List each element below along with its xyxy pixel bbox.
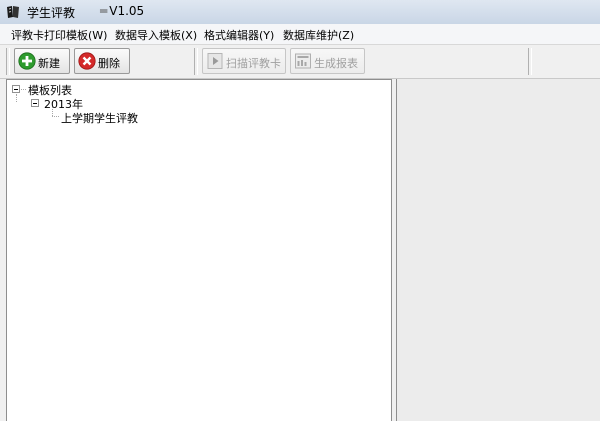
scan-card-button[interactable]: 扫描评教卡 [202,48,286,74]
tree-connector [16,94,17,102]
version-text: V1.05 [109,4,145,18]
generate-report-button-label: 生成报表 [314,57,358,70]
window-version: ═ V1.05 [100,4,144,18]
toolbar: 新建 删除 扫描评教卡 生成报表 [0,45,600,79]
delete-button[interactable]: 删除 [74,48,130,74]
new-button[interactable]: 新建 [14,48,70,74]
delete-button-label: 删除 [98,57,120,70]
toolbar-grip[interactable] [6,48,10,75]
x-circle-icon [78,52,96,70]
tree-connector [21,89,26,90]
book-app-icon [7,6,19,18]
tree-collapse-toggle-root[interactable] [12,85,20,93]
preview-panel [396,79,600,421]
menu-database-maintenance[interactable]: 数据库维护(Z) [283,27,354,43]
report-icon [295,53,311,69]
new-button-label: 新建 [38,57,60,70]
menu-bar: 评教卡打印模板(W) 数据导入模板(X) 格式编辑器(Y) 数据库维护(Z) [0,24,600,45]
toolbar-separator [194,48,198,75]
tree-collapse-toggle-2013[interactable] [31,99,39,107]
generate-report-button[interactable]: 生成报表 [290,48,365,74]
title-bar: 学生评教 ═ V1.05 [0,0,600,24]
tree-node-semester-evaluation[interactable]: 上学期学生评教 [61,110,138,126]
title-separator: ═ [100,4,108,18]
scan-card-button-label: 扫描评教卡 [226,57,281,70]
window-title: 学生评教 [27,6,76,20]
template-tree[interactable]: 模板列表 2013年 上学期学生评教 [6,79,392,421]
menu-import-template[interactable]: 数据导入模板(X) [115,27,197,43]
menu-format-editor[interactable]: 格式编辑器(Y) [204,27,274,43]
plus-circle-icon [18,52,36,70]
menu-print-template[interactable]: 评教卡打印模板(W) [11,27,107,43]
play-icon [207,53,223,69]
toolbar-separator-right [528,48,532,75]
tree-connector [52,107,53,116]
tree-connector [52,116,59,117]
